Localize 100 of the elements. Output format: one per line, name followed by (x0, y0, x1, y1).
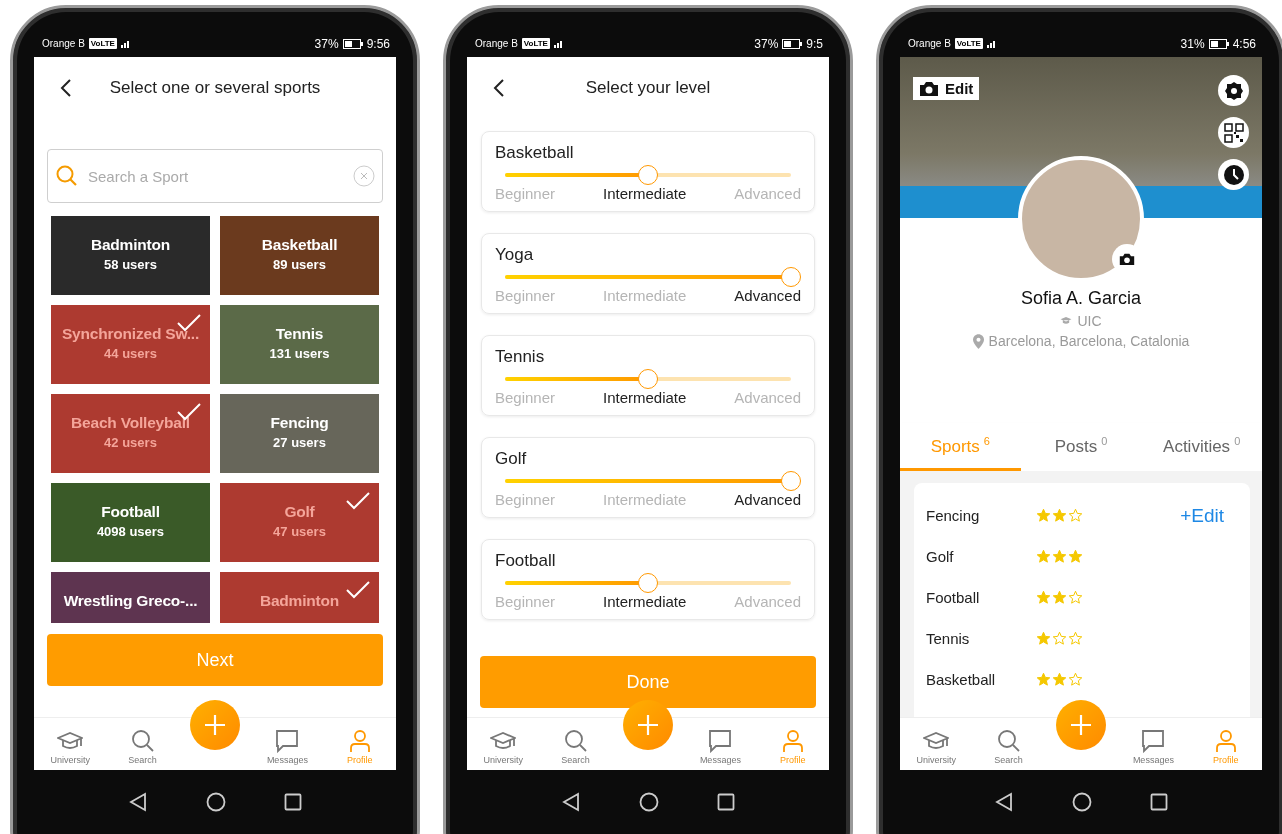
sport-tile[interactable]: Beach Volleyball 42 users (51, 394, 210, 473)
bottom-nav-item[interactable]: University (34, 718, 107, 770)
history-button[interactable] (1218, 159, 1249, 190)
user-count: 4098 users (96, 523, 165, 541)
user-count: 42 users (104, 434, 157, 452)
level-label[interactable]: Intermediate (602, 389, 687, 406)
sport-name: Badminton (90, 235, 171, 255)
user-count: 131 users (269, 345, 330, 363)
network-badge: VoLTE (521, 38, 550, 49)
checkmark-icon (345, 580, 371, 600)
home-nav-icon[interactable] (206, 792, 226, 812)
qr-code-button[interactable] (1218, 117, 1249, 148)
person-icon (1214, 729, 1237, 753)
bottom-nav-item[interactable]: Messages (251, 718, 324, 770)
edit-sports-link[interactable]: +Edit (1180, 504, 1224, 527)
star-icon (1052, 590, 1067, 605)
sport-name: Wrestling Greco-... (63, 591, 198, 611)
level-label[interactable]: Intermediate (602, 185, 687, 202)
sport-tile[interactable]: Badminton 58 users (51, 216, 210, 295)
bottom-nav-item[interactable]: University (900, 718, 973, 770)
clock-time: 4:56 (1232, 36, 1256, 51)
bottom-nav-item[interactable]: Search (539, 718, 612, 770)
battery-icon (1208, 38, 1229, 49)
sport-tile[interactable]: Football 4098 users (51, 483, 210, 562)
sport-name: Synchronized Sw... (61, 324, 200, 344)
search-field[interactable]: Search a Sport (47, 149, 383, 203)
back-nav-icon[interactable] (994, 792, 1014, 812)
network-badge: VoLTE (88, 38, 117, 49)
section-tab[interactable]: Posts $^{0}$ (1020, 423, 1142, 471)
battery-percent: 37% (314, 36, 339, 51)
school-name: UIC (1077, 313, 1102, 329)
sport-tile[interactable]: Basketball 89 users (220, 216, 379, 295)
back-nav-icon[interactable] (128, 792, 148, 812)
sport-name: Basketball (261, 235, 338, 255)
settings-button[interactable] (1218, 75, 1249, 106)
sport-tile[interactable]: Fencing 27 users (220, 394, 379, 473)
signal-icon (553, 39, 564, 48)
home-nav-icon[interactable] (639, 792, 659, 812)
user-count: 89 users (273, 256, 326, 274)
sport-name: Football (926, 589, 981, 606)
clock-time: 9:5 (806, 36, 823, 51)
back-nav-icon[interactable] (561, 792, 581, 812)
sport-tile[interactable]: Badminton (220, 572, 379, 623)
star-icon (1052, 672, 1067, 687)
bottom-nav-item[interactable]: University (467, 718, 540, 770)
star-icon (1036, 508, 1051, 523)
chat-bubble-icon (275, 729, 300, 753)
carrier-name: Orange B (42, 38, 85, 49)
network-badge: VoLTE (954, 38, 983, 49)
sport-tile[interactable]: Synchronized Sw... 44 users (51, 305, 210, 384)
section-tab[interactable]: Activities $^{0}$ (1141, 423, 1262, 471)
bottom-nav-item[interactable]: Messages (684, 718, 757, 770)
plus-icon (637, 714, 659, 736)
person-icon (781, 729, 804, 753)
sport-tile[interactable]: Wrestling Greco-... (51, 572, 210, 623)
user-count: 27 users (273, 434, 326, 452)
bottom-nav-item[interactable]: Search (106, 718, 179, 770)
sport-name: Basketball (494, 143, 575, 163)
camera-icon (1119, 252, 1135, 266)
chevron-left-icon (60, 78, 72, 98)
level-label[interactable]: Advanced (734, 287, 801, 304)
sport-name: Football (101, 502, 160, 522)
plus-icon (204, 714, 226, 736)
sport-name: Basketball (926, 671, 997, 688)
home-nav-icon[interactable] (1072, 792, 1092, 812)
location-text: Barcelona, Barcelona, Catalonia (988, 333, 1190, 349)
bottom-nav-item[interactable]: Messages (1117, 718, 1190, 770)
search-icon (996, 729, 1021, 753)
user-count: 58 users (104, 256, 157, 274)
camera-icon (919, 80, 939, 97)
recents-nav-icon[interactable] (284, 793, 302, 811)
battery-percent: 37% (754, 36, 779, 51)
search-icon (563, 729, 588, 753)
level-label[interactable]: Advanced (734, 491, 801, 508)
battery-percent: 31% (1180, 36, 1205, 51)
recents-nav-icon[interactable] (1150, 793, 1168, 811)
star-icon (1036, 590, 1051, 605)
sport-name: Fencing (926, 507, 981, 524)
sport-tile[interactable]: Golf 47 users (220, 483, 379, 562)
plus-icon (1070, 714, 1092, 736)
level-label[interactable]: Intermediate (602, 593, 687, 610)
chat-bubble-icon (1141, 729, 1166, 753)
recents-nav-icon[interactable] (717, 793, 735, 811)
user-count: 44 users (104, 345, 157, 363)
search-icon (56, 165, 78, 187)
edit-cover-button[interactable]: Edit (913, 77, 980, 100)
star-icon (1068, 672, 1083, 687)
sport-tile[interactable]: Tennis 131 users (220, 305, 379, 384)
sport-name: Golf (926, 548, 955, 565)
sport-name: Yoga (494, 245, 535, 265)
chat-bubble-icon (708, 729, 733, 753)
bottom-nav-item[interactable]: Search (972, 718, 1045, 770)
graduation-cap-icon (1060, 316, 1073, 326)
screen-title: Select your level (584, 78, 712, 98)
signal-icon (120, 39, 131, 48)
profile-name: Sofia A. Garcia (1019, 288, 1143, 309)
star-icon (1068, 508, 1083, 523)
screen-title: Select one or several sports (108, 78, 322, 98)
person-icon (348, 729, 371, 753)
qr-code-icon (1223, 122, 1244, 143)
